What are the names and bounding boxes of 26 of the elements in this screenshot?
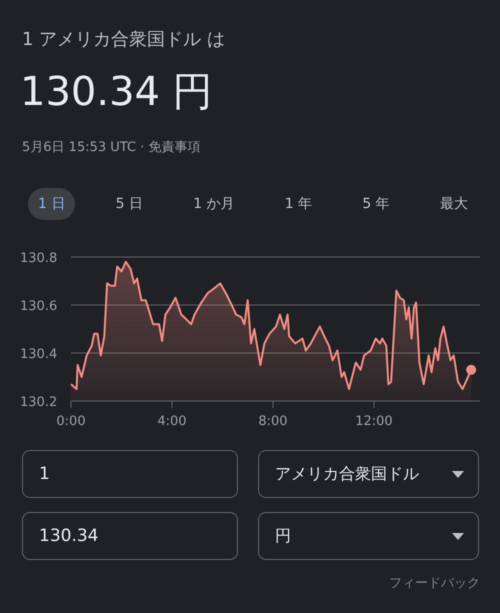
y-axis-label: 130.6 [20, 299, 58, 314]
y-axis-label: 130.4 [20, 347, 58, 362]
range-tab[interactable]: 1 日 [28, 188, 76, 220]
currency-dropdown[interactable]: アメリカ合衆国ドル [258, 450, 479, 498]
feedback-link[interactable]: フィードバック [389, 576, 480, 591]
conversion-title: 1 アメリカ合衆国ドル は [22, 28, 226, 52]
caret-icon [452, 532, 464, 540]
disclaimer-link[interactable]: 免責事項 [148, 140, 200, 155]
y-axis-label: 130.8 [20, 251, 58, 266]
amount-field[interactable]: 130.34 [22, 512, 238, 560]
range-tab[interactable]: 1 か月 [183, 188, 245, 220]
range-tab[interactable]: 5 年 [352, 188, 400, 220]
range-tab[interactable]: 最大 [430, 188, 478, 220]
timestamp: 5月6日 15:53 UTC · [22, 140, 146, 155]
y-axis-label: 130.2 [20, 395, 58, 410]
amount-field[interactable]: 1 [22, 450, 238, 498]
x-axis-label: 0:00 [56, 414, 86, 428]
exchange-rate: 130.34 円 [20, 68, 214, 116]
x-axis-label: 8:00 [258, 414, 288, 428]
currency-dropdown[interactable]: 円 [258, 512, 479, 560]
range-tab[interactable]: 1 年 [274, 188, 322, 220]
x-axis-label: 12:00 [355, 414, 393, 428]
current-point-marker [466, 364, 476, 375]
x-axis-label: 4:00 [157, 414, 187, 428]
caret-icon [452, 470, 464, 478]
range-tab[interactable]: 5 日 [106, 188, 153, 220]
